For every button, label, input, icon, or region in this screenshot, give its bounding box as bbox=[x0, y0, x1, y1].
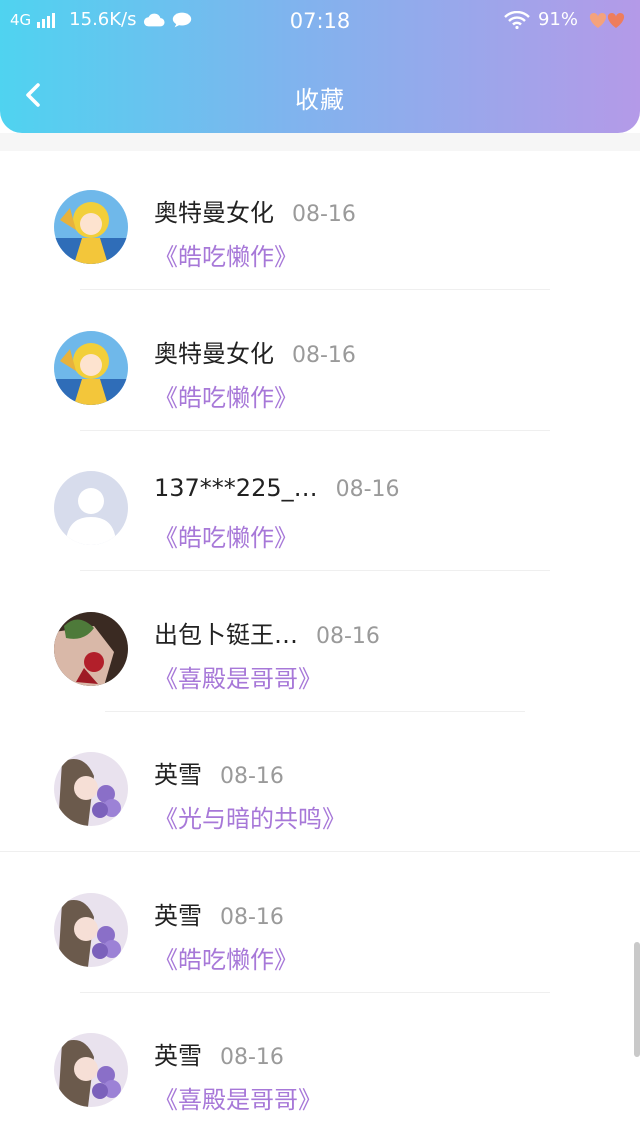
user-name: 英雪 bbox=[154, 1042, 202, 1070]
list-item[interactable]: 英雪 08-16 《皓吃懒作》 bbox=[0, 854, 640, 995]
divider bbox=[105, 710, 525, 712]
book-title[interactable]: 《皓吃懒作》 bbox=[154, 518, 298, 553]
item-date: 08-16 bbox=[292, 342, 356, 368]
hand-rose-avatar-icon bbox=[54, 611, 128, 686]
book-title[interactable]: 《皓吃懒作》 bbox=[154, 378, 298, 413]
list-item[interactable]: 奥特曼女化 08-16 《皓吃懒作》 bbox=[0, 292, 640, 433]
anime-girl-avatar-icon bbox=[54, 190, 128, 264]
item-header: 奥特曼女化 08-16 bbox=[154, 334, 356, 369]
divider bbox=[80, 429, 550, 431]
header-spacer bbox=[0, 133, 640, 151]
item-header: 英雪 08-16 bbox=[154, 896, 284, 931]
book-title[interactable]: 《喜殿是哥哥》 bbox=[154, 1080, 322, 1115]
book-title[interactable]: 《光与暗的共鸣》 bbox=[154, 799, 346, 834]
hearts-icon bbox=[589, 12, 625, 28]
favorites-list: 奥特曼女化 08-16 《皓吃懒作》 奥特曼女化 08-16 《皓吃懒作》 13… bbox=[0, 151, 640, 1135]
status-right: 91% bbox=[504, 9, 630, 30]
user-name: 英雪 bbox=[154, 901, 202, 930]
item-date: 08-16 bbox=[220, 1045, 284, 1070]
default-user-icon bbox=[54, 471, 128, 545]
book-title[interactable]: 《皓吃懒作》 bbox=[154, 237, 298, 272]
item-header: 137***225_… 08-16 bbox=[154, 474, 400, 502]
divider bbox=[80, 289, 550, 290]
avatar[interactable] bbox=[54, 330, 128, 405]
wifi-icon bbox=[504, 10, 530, 29]
anime-girl-avatar-icon bbox=[54, 330, 128, 405]
avatar[interactable] bbox=[54, 190, 128, 264]
item-header: 英雪 08-16 bbox=[154, 1036, 284, 1071]
user-name: 出包卜铤王… bbox=[154, 620, 298, 649]
user-name: 英雪 bbox=[154, 761, 202, 789]
avatar[interactable] bbox=[54, 471, 128, 545]
battery-level: 91% bbox=[537, 9, 578, 30]
divider bbox=[80, 991, 550, 993]
avatar[interactable] bbox=[54, 892, 128, 967]
anime-girl-flowers-avatar-icon bbox=[54, 892, 128, 967]
item-date: 08-16 bbox=[292, 202, 356, 227]
item-date: 08-16 bbox=[335, 477, 400, 502]
divider bbox=[0, 851, 640, 852]
status-bar: 4G 15.6K/s 07:18 91% bbox=[0, 0, 640, 44]
anime-girl-flowers-avatar-icon bbox=[54, 1033, 128, 1107]
avatar[interactable] bbox=[54, 611, 128, 686]
item-date: 08-16 bbox=[220, 764, 284, 789]
header-bar: 4G 15.6K/s 07:18 91% 收藏 bbox=[0, 0, 640, 133]
item-date: 08-16 bbox=[220, 904, 284, 930]
user-name: 137***225_… bbox=[154, 474, 318, 502]
item-header: 奥特曼女化 08-16 bbox=[154, 193, 356, 228]
scrollbar[interactable] bbox=[634, 942, 640, 1057]
user-name: 奥特曼女化 bbox=[154, 199, 274, 227]
book-title[interactable]: 《皓吃懒作》 bbox=[154, 940, 298, 975]
anime-girl-flowers-avatar-icon bbox=[54, 752, 128, 826]
item-header: 英雪 08-16 bbox=[154, 755, 284, 790]
list-item[interactable]: 英雪 08-16 《光与暗的共鸣》 bbox=[0, 713, 640, 854]
divider bbox=[80, 570, 550, 571]
list-item[interactable]: 奥特曼女化 08-16 《皓吃懒作》 bbox=[0, 151, 640, 292]
list-item[interactable]: 英雪 08-16 《喜殿是哥哥》 bbox=[0, 994, 640, 1135]
page-title: 收藏 bbox=[295, 86, 345, 114]
list-item[interactable]: 出包卜铤王… 08-16 《喜殿是哥哥》 bbox=[0, 573, 640, 714]
item-date: 08-16 bbox=[316, 623, 380, 649]
avatar[interactable] bbox=[54, 1033, 128, 1107]
item-header: 出包卜铤王… 08-16 bbox=[154, 615, 380, 650]
list-item[interactable]: 137***225_… 08-16 《皓吃懒作》 bbox=[0, 432, 640, 573]
avatar[interactable] bbox=[54, 752, 128, 826]
user-name: 奥特曼女化 bbox=[154, 339, 274, 368]
book-title[interactable]: 《喜殿是哥哥》 bbox=[154, 659, 322, 694]
